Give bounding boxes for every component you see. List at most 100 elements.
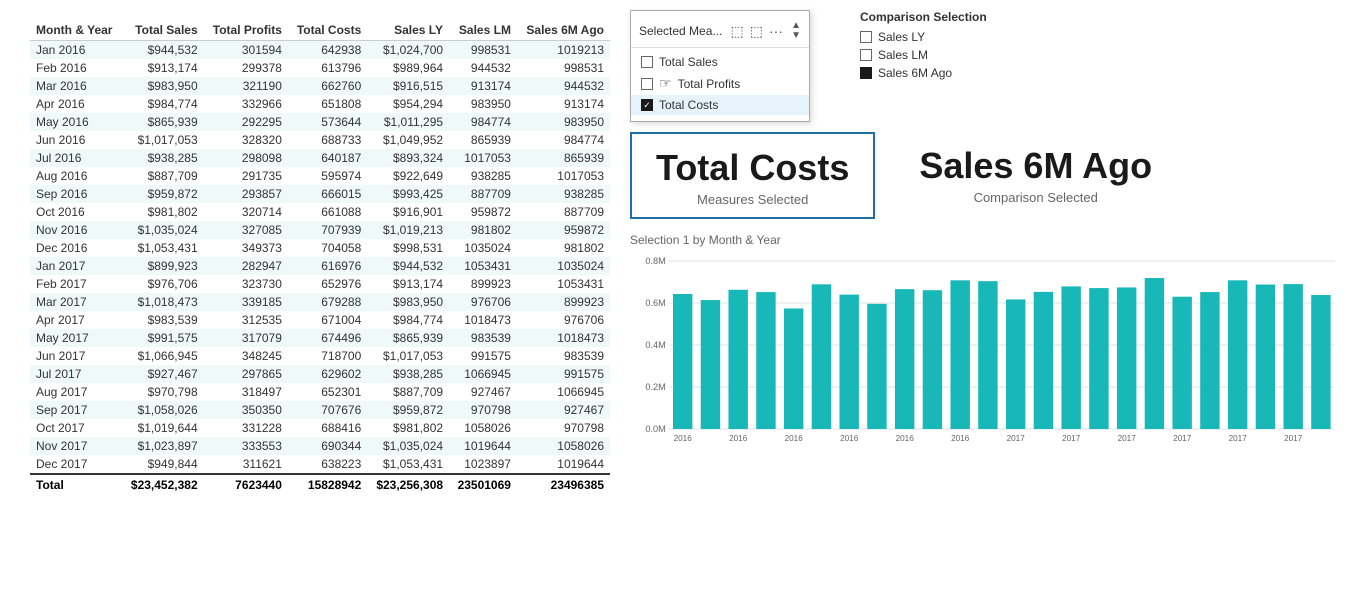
table-cell: 983950 bbox=[449, 95, 517, 113]
table-cell: 887709 bbox=[517, 203, 610, 221]
table-cell: 981802 bbox=[449, 221, 517, 239]
table-cell: 332966 bbox=[204, 95, 288, 113]
table-cell: $981,802 bbox=[367, 419, 449, 437]
table-cell: 899923 bbox=[449, 275, 517, 293]
table-cell: 291735 bbox=[204, 167, 288, 185]
table-cell: 944532 bbox=[449, 59, 517, 77]
table-cell: 991575 bbox=[449, 347, 517, 365]
table-cell: 688733 bbox=[288, 131, 367, 149]
table-cell: Nov 2017 bbox=[30, 437, 122, 455]
table-cell: $927,467 bbox=[122, 365, 204, 383]
table-cell: 1066945 bbox=[449, 365, 517, 383]
table-row: Dec 2017$949,844311621638223$1,053,43110… bbox=[30, 455, 610, 474]
comp-checkbox-icon bbox=[860, 67, 872, 79]
table-cell: 938285 bbox=[449, 167, 517, 185]
svg-text:0.4M: 0.4M bbox=[645, 340, 665, 350]
table-cell: 318497 bbox=[204, 383, 288, 401]
kpi-row: Total Costs Measures Selected Sales 6M A… bbox=[630, 132, 1345, 219]
dropdown-item[interactable]: Total Costs bbox=[631, 95, 809, 115]
bar bbox=[1172, 296, 1191, 428]
comp-checkbox-icon bbox=[860, 49, 872, 61]
svg-text:2017: 2017 bbox=[1284, 434, 1303, 443]
table-cell: 671004 bbox=[288, 311, 367, 329]
table-row: Oct 2016$981,802320714661088$916,9019598… bbox=[30, 203, 610, 221]
table-cell: $893,324 bbox=[367, 149, 449, 167]
bar bbox=[923, 290, 942, 429]
table-cell: 984774 bbox=[517, 131, 610, 149]
table-cell: 339185 bbox=[204, 293, 288, 311]
table-cell: 331228 bbox=[204, 419, 288, 437]
comparison-item: Sales 6M Ago bbox=[860, 66, 1345, 80]
right-section: Selected Mea... ⬚ ⬚ ··· ▲ ▼ Total Sales☞… bbox=[620, 0, 1365, 594]
svg-text:2017: 2017 bbox=[1007, 434, 1026, 443]
table-cell: 970798 bbox=[449, 401, 517, 419]
table-cell: 629602 bbox=[288, 365, 367, 383]
table-row: Oct 2017$1,019,644331228688416$981,80210… bbox=[30, 419, 610, 437]
dropdown-header-icons: ⬚ ⬚ ··· bbox=[731, 23, 783, 40]
svg-text:2016: 2016 bbox=[674, 434, 693, 443]
table-cell: Jun 2016 bbox=[30, 131, 122, 149]
table-cell: $899,923 bbox=[122, 257, 204, 275]
table-cell: $1,049,952 bbox=[367, 131, 449, 149]
table-cell: 674496 bbox=[288, 329, 367, 347]
table-cell: $938,285 bbox=[367, 365, 449, 383]
table-cell: Jun 2017 bbox=[30, 347, 122, 365]
col-header: Sales 6M Ago bbox=[517, 20, 610, 41]
checkbox-icon bbox=[641, 99, 653, 111]
bar bbox=[756, 292, 775, 429]
table-cell: Dec 2016 bbox=[30, 239, 122, 257]
measure-dropdown[interactable]: Selected Mea... ⬚ ⬚ ··· ▲ ▼ Total Sales☞… bbox=[630, 10, 810, 122]
cursor-icon: ☞ bbox=[659, 75, 672, 92]
table-cell: Mar 2017 bbox=[30, 293, 122, 311]
table-cell: 913174 bbox=[449, 77, 517, 95]
footer-cell: $23,256,308 bbox=[367, 474, 449, 495]
table-row: Jan 2017$899,923282947616976$944,5321053… bbox=[30, 257, 610, 275]
comparison-item-label: Sales LY bbox=[878, 30, 925, 44]
table-cell: 1035024 bbox=[517, 257, 610, 275]
table-cell: $989,964 bbox=[367, 59, 449, 77]
col-header: Sales LY bbox=[367, 20, 449, 41]
table-row: Aug 2017$970,798318497652301$887,7099274… bbox=[30, 383, 610, 401]
table-cell: 865939 bbox=[517, 149, 610, 167]
table-cell: $993,425 bbox=[367, 185, 449, 203]
dropdown-item[interactable]: ☞ Total Profits bbox=[631, 72, 809, 95]
table-cell: $944,532 bbox=[122, 41, 204, 60]
bar bbox=[1006, 299, 1025, 429]
table-row: Jun 2016$1,017,053328320688733$1,049,952… bbox=[30, 131, 610, 149]
dropdown-item[interactable]: Total Sales bbox=[631, 52, 809, 72]
table-cell: 984774 bbox=[449, 113, 517, 131]
table-cell: 317079 bbox=[204, 329, 288, 347]
table-cell: 328320 bbox=[204, 131, 288, 149]
table-cell: 1053431 bbox=[517, 275, 610, 293]
table-cell: $1,019,213 bbox=[367, 221, 449, 239]
table-cell: $1,058,026 bbox=[122, 401, 204, 419]
comparison-item: Sales LM bbox=[860, 48, 1345, 62]
table-cell: $984,774 bbox=[122, 95, 204, 113]
table-row: Feb 2017$976,706323730652976$913,1748999… bbox=[30, 275, 610, 293]
table-cell: $916,901 bbox=[367, 203, 449, 221]
dropdown-title: Selected Mea... bbox=[639, 24, 722, 38]
table-cell: 1053431 bbox=[449, 257, 517, 275]
table-row: Jul 2017$927,467297865629602$938,2851066… bbox=[30, 365, 610, 383]
bar bbox=[978, 281, 997, 429]
table-cell: $959,872 bbox=[122, 185, 204, 203]
table-cell: 865939 bbox=[449, 131, 517, 149]
svg-text:2016: 2016 bbox=[896, 434, 915, 443]
bar bbox=[1283, 284, 1302, 429]
footer-cell: 15828942 bbox=[288, 474, 367, 495]
table-cell: $922,649 bbox=[367, 167, 449, 185]
table-row: Mar 2017$1,018,473339185679288$983,95097… bbox=[30, 293, 610, 311]
table-cell: Aug 2016 bbox=[30, 167, 122, 185]
col-header: Month & Year bbox=[30, 20, 122, 41]
table-cell: 970798 bbox=[517, 419, 610, 437]
table-cell: 1017053 bbox=[449, 149, 517, 167]
bar bbox=[728, 289, 747, 428]
table-row: Feb 2016$913,174299378613796$989,9649445… bbox=[30, 59, 610, 77]
table-row: May 2016$865,939292295573644$1,011,29598… bbox=[30, 113, 610, 131]
table-cell: 652976 bbox=[288, 275, 367, 293]
table-cell: Mar 2016 bbox=[30, 77, 122, 95]
table-cell: 899923 bbox=[517, 293, 610, 311]
table-cell: Dec 2017 bbox=[30, 455, 122, 474]
footer-cell: 23501069 bbox=[449, 474, 517, 495]
comparison-item-label: Sales 6M Ago bbox=[878, 66, 952, 80]
